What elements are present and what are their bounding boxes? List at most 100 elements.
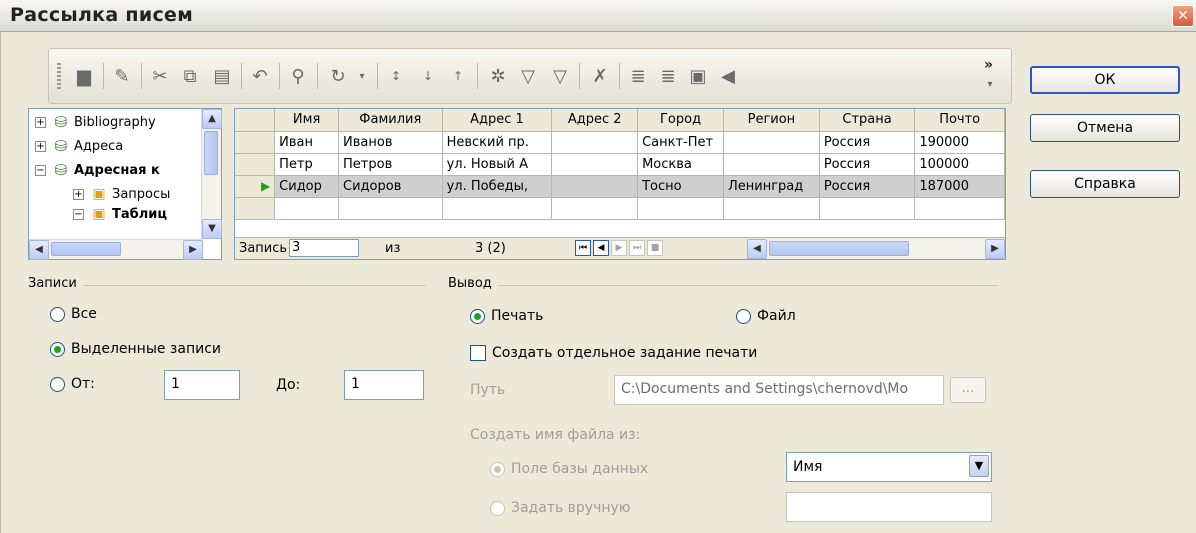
expand-icon[interactable]: + [35, 140, 46, 152]
standard-filter-icon[interactable]: ▽ [547, 63, 573, 89]
table-row-selected[interactable]: ▶ Сидор Сидоров ул. Победы, Тосно Ленинг… [235, 175, 1005, 198]
sort-icon[interactable]: ↕ [383, 63, 409, 89]
scrollbar-thumb[interactable] [204, 131, 218, 175]
table-row[interactable]: Иван Иванов Невский пр. Санкт-Пет Россия… [235, 131, 1005, 154]
checkbox-indicator[interactable] [470, 345, 486, 361]
current-row-arrow-icon[interactable]: ▶ [235, 175, 276, 198]
db-field-select[interactable]: Имя ▼ [786, 452, 992, 482]
browse-button[interactable]: ... [950, 377, 986, 403]
table-cell[interactable] [551, 175, 639, 198]
table-cell[interactable]: Иванов [338, 131, 443, 154]
table-cell[interactable] [723, 197, 820, 220]
radio-all[interactable]: Все [50, 306, 97, 322]
table-cell[interactable] [819, 197, 916, 220]
radio-db-field[interactable]: Поле базы данных [490, 461, 648, 477]
radio-print-indicator[interactable] [470, 308, 485, 324]
data-source-tree[interactable]: + ⛁ Bibliography + ⛁ Адреса − ⛁ Адресная… [28, 108, 222, 260]
manual-filename-input[interactable] [786, 492, 992, 522]
close-button[interactable]: ✕ [1172, 5, 1194, 27]
table-cell[interactable]: Санкт-Пет [637, 131, 724, 154]
table-cell[interactable]: Тосно [637, 175, 724, 198]
column-header[interactable]: Адрес 1 [442, 109, 553, 132]
column-header[interactable]: Почто [914, 109, 1005, 132]
table-cell[interactable]: Сидоров [338, 175, 443, 198]
table-cell[interactable] [637, 197, 724, 220]
scroll-right-icon[interactable]: ▶ [985, 239, 1005, 259]
tree-vertical-scrollbar[interactable]: ▲ ▼ [201, 109, 222, 239]
column-header[interactable]: Город [637, 109, 724, 132]
column-header[interactable]: Страна [819, 109, 916, 132]
refresh-icon[interactable]: ↻ [325, 63, 351, 89]
scrollbar-thumb[interactable] [51, 242, 121, 256]
first-record-icon[interactable]: ⏮ [575, 240, 591, 256]
last-record-icon[interactable]: ⏭ [629, 240, 645, 256]
table-cell[interactable] [274, 197, 340, 220]
new-record-icon[interactable]: ■ [647, 240, 663, 256]
radio-selected-indicator[interactable] [50, 341, 65, 357]
radio-file-indicator[interactable] [736, 308, 751, 324]
radio-from-indicator[interactable] [50, 376, 65, 392]
tree-horizontal-scrollbar[interactable]: ◀ ▶ [29, 239, 203, 260]
row-header[interactable] [235, 131, 276, 154]
table-cell[interactable]: Россия [819, 131, 916, 154]
tree-item-bibliography[interactable]: + ⛁ Bibliography [35, 111, 156, 133]
cut-icon[interactable]: ✂ [147, 63, 173, 89]
table-cell[interactable]: ул. Новый А [442, 153, 553, 176]
sort-descending-icon[interactable]: ↑ [445, 63, 471, 89]
edit-icon[interactable]: ✎ [109, 63, 135, 89]
toolbar-more-button[interactable]: » [984, 57, 993, 73]
chevron-down-icon[interactable]: ▼ [969, 455, 989, 477]
help-button[interactable]: Справка [1030, 170, 1180, 198]
table-cell[interactable]: 190000 [914, 131, 1005, 154]
remove-filter-icon[interactable]: ✗ [587, 63, 613, 89]
sort-ascending-icon[interactable]: ↓ [415, 63, 441, 89]
filter-icon[interactable]: ▽ [515, 63, 541, 89]
tree-item-queries[interactable]: + ▣ Запросы [73, 183, 170, 205]
ok-button[interactable]: ОК [1030, 66, 1180, 94]
data-to-fields-icon[interactable]: ≣ [655, 63, 681, 89]
scrollbar-thumb[interactable] [769, 241, 909, 256]
copy-icon[interactable]: ⧉ [177, 63, 203, 89]
column-header[interactable]: Фамилия [338, 109, 443, 132]
column-header[interactable]: Адрес 2 [551, 109, 639, 132]
table-cell[interactable]: 100000 [914, 153, 1005, 176]
table-cell[interactable] [723, 153, 820, 176]
table-cell[interactable]: Петров [338, 153, 443, 176]
table-cell[interactable]: Невский пр. [442, 131, 553, 154]
mail-merge-icon[interactable]: ▣ [685, 63, 711, 89]
chevron-down-icon[interactable]: ▾ [983, 77, 997, 91]
collapse-icon[interactable]: − [35, 164, 46, 176]
chevron-down-icon[interactable]: ▾ [349, 63, 375, 89]
path-input[interactable]: C:\Documents and Settings\chernovd\Mo [614, 375, 944, 405]
next-record-icon[interactable]: ▶ [611, 240, 627, 256]
toolbar-grip[interactable] [57, 63, 61, 91]
radio-db-field-indicator[interactable] [490, 461, 505, 477]
paste-icon[interactable]: ▤ [209, 63, 235, 89]
autofilter-icon[interactable]: ✲ [485, 63, 511, 89]
radio-manual-indicator[interactable] [490, 500, 505, 516]
expand-icon[interactable]: + [73, 188, 84, 200]
table-cell[interactable] [551, 131, 639, 154]
tree-item-address-book[interactable]: − ⛁ Адресная к [35, 159, 160, 181]
table-cell[interactable]: Россия [819, 175, 916, 198]
table-cell[interactable] [338, 197, 443, 220]
column-header[interactable]: Имя [274, 109, 340, 132]
table-cell[interactable] [551, 153, 639, 176]
table-cell[interactable]: 187000 [914, 175, 1005, 198]
table-cell[interactable] [442, 197, 553, 220]
tree-item-addresses[interactable]: + ⛁ Адреса [35, 135, 123, 157]
save-icon[interactable]: ▆ [71, 63, 97, 89]
table-cell[interactable]: Россия [819, 153, 916, 176]
table-row-empty[interactable] [235, 197, 1005, 220]
to-input[interactable]: 1 [344, 370, 424, 400]
column-header[interactable]: Регион [723, 109, 820, 132]
find-icon[interactable]: ⚲ [285, 63, 311, 89]
scroll-left-icon[interactable]: ◀ [747, 239, 767, 259]
radio-print[interactable]: Печать [470, 308, 543, 324]
table-cell[interactable]: Петр [274, 153, 340, 176]
data-grid[interactable]: Имя Фамилия Адрес 1 Адрес 2 Город Регион… [234, 108, 1006, 260]
radio-all-indicator[interactable] [50, 306, 65, 322]
data-to-text-icon[interactable]: ≣ [625, 63, 651, 89]
table-cell[interactable]: Иван [274, 131, 340, 154]
scroll-right-icon[interactable]: ▶ [183, 240, 203, 260]
